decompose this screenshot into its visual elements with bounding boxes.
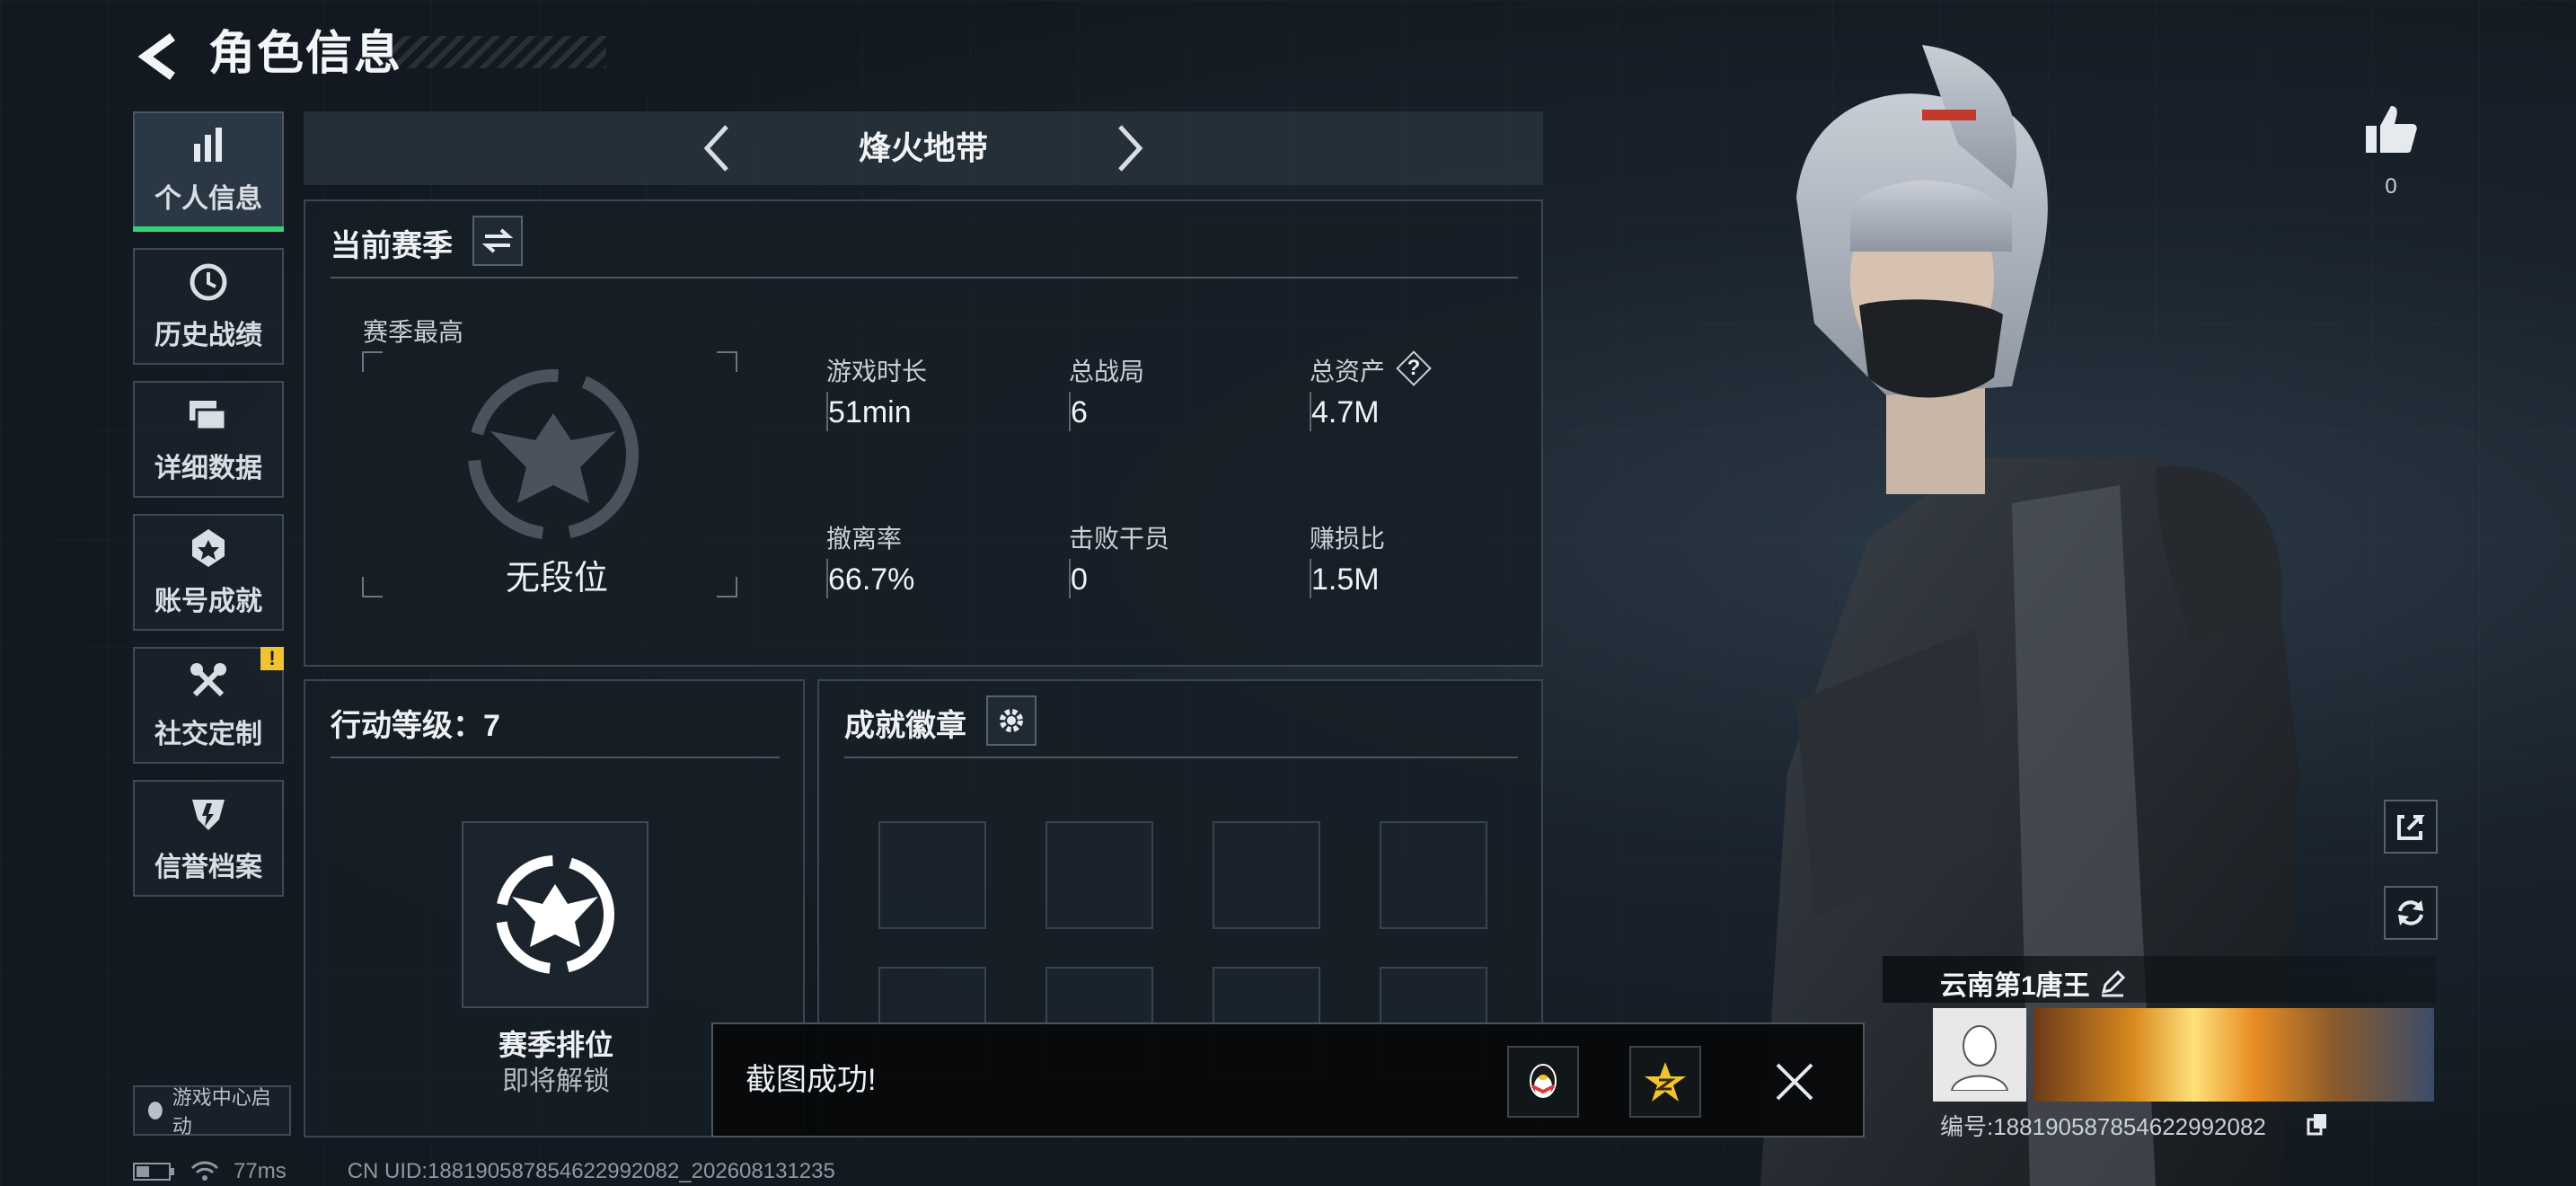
profile-banner bbox=[2033, 1008, 2434, 1102]
gear-icon bbox=[1000, 709, 1023, 732]
player-name: 云南第1唐王 bbox=[1940, 971, 2090, 1001]
badge-slot[interactable] bbox=[878, 821, 986, 929]
season-rank-emblem[interactable] bbox=[462, 821, 648, 1008]
season-best-label: 赛季最高 bbox=[363, 318, 464, 346]
swap-arrows-icon bbox=[481, 228, 514, 253]
stat-value: 6 bbox=[1071, 395, 1088, 429]
badge-slot[interactable] bbox=[1213, 821, 1320, 929]
badges-settings-button[interactable] bbox=[986, 695, 1037, 746]
stat-label: 游戏时长 bbox=[826, 358, 928, 385]
back-button[interactable] bbox=[133, 25, 187, 88]
like-count: 0 bbox=[2385, 174, 2397, 199]
refresh-button[interactable] bbox=[2384, 886, 2438, 940]
nav-item-details[interactable]: 详细数据 bbox=[133, 381, 284, 498]
credit-shield-icon bbox=[187, 792, 230, 836]
season-title: 当前赛季 bbox=[331, 229, 453, 263]
default-avatar-icon bbox=[1950, 1025, 2009, 1091]
refresh-icon bbox=[2398, 900, 2423, 925]
nav-item-profile[interactable]: 个人信息 bbox=[133, 111, 284, 232]
divider bbox=[331, 757, 780, 758]
edit-pencil-icon[interactable] bbox=[2098, 969, 2127, 997]
asset-help-button[interactable]: ? bbox=[1396, 350, 1432, 386]
badge-slot[interactable] bbox=[1045, 821, 1153, 929]
nav-label: 详细数据 bbox=[154, 454, 262, 483]
tools-icon bbox=[187, 659, 230, 703]
bar-chart-icon bbox=[187, 124, 230, 167]
player-card: 云南第1唐王 编号:18819058785462299208​2 bbox=[1883, 956, 2436, 1140]
stat-value: 0 bbox=[1071, 562, 1088, 597]
game-center-label: 游戏中心启动 bbox=[172, 1086, 271, 1137]
nav-item-history[interactable]: 历史战绩 bbox=[133, 248, 284, 365]
like-button[interactable] bbox=[2362, 101, 2420, 158]
stat-value: 51min bbox=[828, 395, 912, 429]
copy-icon[interactable] bbox=[2307, 1112, 2330, 1136]
stat-label: 总战局 bbox=[1069, 358, 1145, 385]
status-bar: 77ms CN UID:18819058785462299208​2_20260… bbox=[133, 1157, 835, 1186]
mode-title: 烽火地带 bbox=[858, 129, 988, 166]
toast-close-button[interactable] bbox=[1769, 1057, 1820, 1107]
player-id: 编号:18819058785462299208​2 bbox=[1940, 1113, 2266, 1140]
achievement-medal-icon bbox=[187, 527, 230, 570]
nav-item-achievements[interactable]: 账号成就 bbox=[133, 514, 284, 631]
mode-next-button[interactable] bbox=[1103, 120, 1157, 176]
nav-label: 历史战绩 bbox=[154, 321, 262, 350]
screenshot-toast: 截图成功! bbox=[711, 1022, 1865, 1137]
toast-message: 截图成功! bbox=[745, 1063, 877, 1097]
nav-item-social[interactable]: 社交定制 ! bbox=[133, 647, 284, 764]
help-icon: ? bbox=[1407, 356, 1421, 380]
mode-selector: 烽火地带 bbox=[304, 111, 1543, 185]
nav-label: 个人信息 bbox=[154, 184, 262, 214]
nav-label: 账号成就 bbox=[154, 587, 262, 616]
back-arrow-icon bbox=[137, 32, 175, 81]
history-clock-icon bbox=[187, 261, 230, 304]
battery-icon bbox=[133, 1163, 174, 1181]
eagle-emblem-icon bbox=[496, 855, 614, 974]
stat-label: 击败干员 bbox=[1069, 525, 1170, 553]
unranked-eagle-emblem-icon bbox=[463, 368, 643, 548]
qq-penguin-icon bbox=[1530, 1064, 1557, 1098]
nav-label: 社交定制 bbox=[154, 720, 262, 749]
stat-value: 66.7% bbox=[828, 562, 915, 597]
share-qq-button[interactable] bbox=[1507, 1046, 1579, 1118]
share-button[interactable] bbox=[2384, 800, 2438, 854]
badges-title: 成就徽章 bbox=[844, 709, 966, 743]
wifi-icon bbox=[190, 1161, 219, 1181]
stat-value: 4.7M bbox=[1311, 395, 1380, 429]
share-icon bbox=[2397, 815, 2425, 840]
action-level-title: 行动等级：7 bbox=[331, 709, 500, 743]
qzone-star-icon bbox=[1645, 1062, 1686, 1102]
folder-stack-icon bbox=[187, 394, 230, 437]
share-qzone-button[interactable] bbox=[1629, 1046, 1701, 1118]
nav-label: 信誉档案 bbox=[154, 853, 262, 882]
page-title: 角色信息 bbox=[208, 28, 403, 80]
stat-label: 总资产 bbox=[1310, 358, 1386, 385]
stat-label: 赚损比 bbox=[1310, 525, 1386, 553]
notification-badge: ! bbox=[260, 647, 284, 670]
season-panel: 当前赛季 赛季最高 无段位 游戏时长 51min 总战局 6 总资产 ? 4.7… bbox=[304, 199, 1543, 667]
thumbs-up-icon bbox=[2366, 106, 2417, 153]
rank-label: 无段位 bbox=[505, 560, 608, 597]
chevron-right-icon bbox=[1118, 125, 1143, 172]
close-icon bbox=[1776, 1063, 1813, 1101]
ping-value: 77ms bbox=[234, 1159, 287, 1183]
badge-slot[interactable] bbox=[1380, 821, 1487, 929]
uid-text: CN UID:18819058785462299208​2_20260813​1… bbox=[347, 1159, 835, 1183]
stat-value: 1.5M bbox=[1311, 562, 1380, 597]
divider bbox=[844, 757, 1518, 758]
game-center-button[interactable]: 游戏中心启动 bbox=[133, 1085, 291, 1137]
stat-label: 撤离率 bbox=[826, 525, 903, 553]
title-decoration bbox=[386, 36, 606, 68]
season-switch-button[interactable] bbox=[472, 216, 523, 266]
avatar[interactable] bbox=[1933, 1008, 2026, 1102]
divider bbox=[331, 277, 1518, 279]
qq-bubble-icon bbox=[147, 1102, 163, 1120]
nav-item-credit[interactable]: 信誉档案 bbox=[133, 780, 284, 897]
